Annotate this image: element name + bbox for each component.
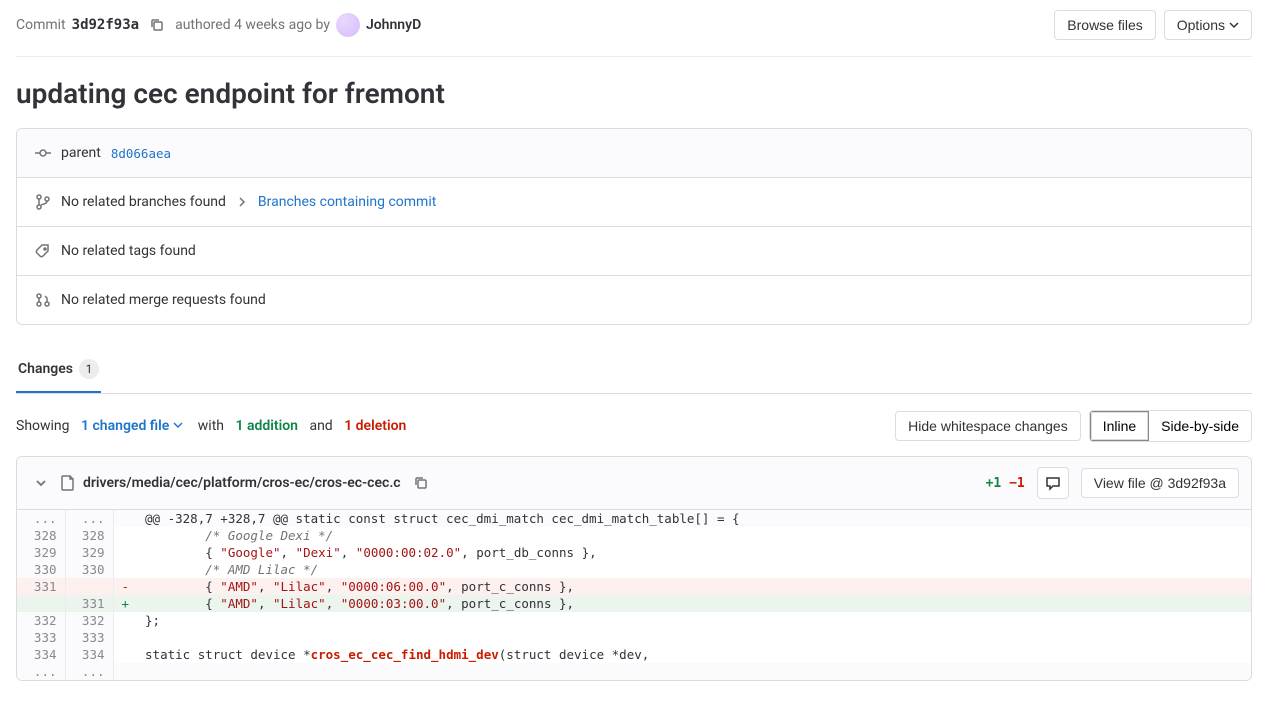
diff-body: ...... @@ -328,7 +328,7 @@ static const s… — [17, 510, 1251, 680]
parent-label: parent — [61, 145, 101, 161]
commit-label: Commit — [16, 17, 66, 33]
diff-sign: - — [113, 578, 137, 595]
options-dropdown[interactable]: Options — [1164, 10, 1252, 40]
commit-header: Commit 3d92f93a authored 4 weeks ago by … — [16, 0, 1252, 57]
diff-stats: +1 −1 — [986, 476, 1025, 491]
line-number-old[interactable]: 333 — [17, 629, 65, 646]
author-name[interactable]: JohnnyD — [366, 17, 421, 33]
line-number-old[interactable]: 329 — [17, 544, 65, 561]
hide-whitespace-button[interactable]: Hide whitespace changes — [895, 411, 1081, 441]
diff-table: ...... @@ -328,7 +328,7 @@ static const s… — [17, 510, 1251, 680]
code-line[interactable] — [137, 629, 1250, 646]
line-number-new[interactable]: 328 — [65, 527, 113, 544]
line-number-old[interactable]: ... — [17, 663, 65, 680]
line-number-new[interactable]: ... — [65, 510, 113, 527]
with-label: with — [198, 418, 224, 434]
authored-text: authored 4 weeks ago by — [175, 17, 330, 33]
parent-hash-link[interactable]: 8d066aea — [111, 146, 171, 161]
file-icon — [61, 475, 75, 491]
code-line[interactable]: /* Google Dexi */ — [137, 527, 1250, 544]
hunk-header: @@ -328,7 +328,7 @@ static const struct … — [137, 510, 1250, 527]
tabs: Changes 1 — [16, 349, 1252, 394]
line-number-old[interactable] — [17, 595, 65, 612]
view-file-button[interactable]: View file @ 3d92f93a — [1081, 468, 1239, 498]
commit-icon — [35, 145, 51, 161]
and-label: and — [309, 418, 332, 434]
showing-label: Showing — [16, 418, 70, 434]
branches-text: No related branches found — [61, 194, 226, 210]
tags-text: No related tags found — [61, 243, 196, 259]
browse-files-button[interactable]: Browse files — [1054, 10, 1155, 40]
copy-hash-button[interactable] — [145, 13, 169, 37]
diff-sign — [113, 629, 137, 646]
diff-controls: Showing 1 changed file with 1 addition a… — [16, 410, 1252, 442]
diff-file: drivers/media/cec/platform/cros-ec/cros-… — [16, 456, 1252, 681]
line-number-new[interactable]: 331 — [65, 595, 113, 612]
branches-containing-link[interactable]: Branches containing commit — [258, 194, 436, 210]
diff-sign — [113, 527, 137, 544]
code-line[interactable]: { "AMD", "Lilac", "0000:06:00.0", port_c… — [137, 578, 1250, 595]
code-line[interactable]: { "AMD", "Lilac", "0000:03:00.0", port_c… — [137, 595, 1250, 612]
mr-text: No related merge requests found — [61, 292, 266, 308]
code-line[interactable]: /* AMD Lilac */ — [137, 561, 1250, 578]
tab-changes[interactable]: Changes 1 — [16, 349, 101, 393]
line-number-old[interactable]: 328 — [17, 527, 65, 544]
file-path[interactable]: drivers/media/cec/platform/cros-ec/cros-… — [83, 475, 401, 491]
comment-button[interactable] — [1037, 467, 1069, 499]
line-number-new[interactable]: 332 — [65, 612, 113, 629]
code-line[interactable]: static struct device *cros_ec_cec_find_h… — [137, 646, 1250, 663]
line-number-old[interactable]: 334 — [17, 646, 65, 663]
author-avatar[interactable] — [336, 13, 360, 37]
diff-sign — [113, 544, 137, 561]
chevron-down-icon — [1229, 20, 1239, 30]
comment-icon — [1045, 475, 1061, 491]
copy-icon — [413, 475, 429, 491]
tag-icon — [35, 243, 51, 259]
chevron-down-icon — [173, 420, 183, 430]
line-number-new[interactable]: ... — [65, 663, 113, 680]
line-number-new[interactable]: 330 — [65, 561, 113, 578]
copy-path-button[interactable] — [409, 471, 433, 495]
line-number-old[interactable]: 331 — [17, 578, 65, 595]
parent-row: parent 8d066aea — [17, 129, 1251, 178]
branch-icon — [35, 194, 51, 210]
merge-requests-row: No related merge requests found — [17, 276, 1251, 324]
line-number-new[interactable]: 333 — [65, 629, 113, 646]
collapse-file-button[interactable] — [29, 471, 53, 495]
changed-file-link[interactable]: 1 changed file — [81, 418, 183, 434]
commit-title: updating cec endpoint for fremont — [16, 77, 1252, 110]
diff-sign — [113, 646, 137, 663]
changes-count-badge: 1 — [79, 359, 99, 379]
line-number-new[interactable] — [65, 578, 113, 595]
diff-sign: + — [113, 595, 137, 612]
line-number-new[interactable]: 329 — [65, 544, 113, 561]
diff-file-header: drivers/media/cec/platform/cros-ec/cros-… — [17, 457, 1251, 510]
code-line[interactable]: }; — [137, 612, 1250, 629]
line-number-new[interactable]: 334 — [65, 646, 113, 663]
diff-sign — [113, 561, 137, 578]
view-mode-toggle: Inline Side-by-side — [1089, 410, 1252, 442]
code-line[interactable]: { "Google", "Dexi", "0000:00:02.0", port… — [137, 544, 1250, 561]
merge-request-icon — [35, 292, 51, 308]
diff-sign — [113, 612, 137, 629]
deletions-count: 1 deletion — [344, 418, 406, 434]
chevron-down-icon — [35, 477, 47, 489]
line-number-old[interactable]: 330 — [17, 561, 65, 578]
line-number-old[interactable]: 332 — [17, 612, 65, 629]
inline-view-button[interactable]: Inline — [1090, 411, 1149, 441]
commit-hash: 3d92f93a — [72, 17, 139, 33]
side-by-side-view-button[interactable]: Side-by-side — [1149, 411, 1251, 441]
chevron-right-icon — [236, 196, 248, 208]
tags-row: No related tags found — [17, 227, 1251, 276]
line-number-old[interactable]: ... — [17, 510, 65, 527]
copy-icon — [149, 17, 165, 33]
branches-row: No related branches found Branches conta… — [17, 178, 1251, 227]
commit-metadata-box: parent 8d066aea No related branches foun… — [16, 128, 1252, 325]
additions-count: 1 addition — [235, 418, 297, 434]
